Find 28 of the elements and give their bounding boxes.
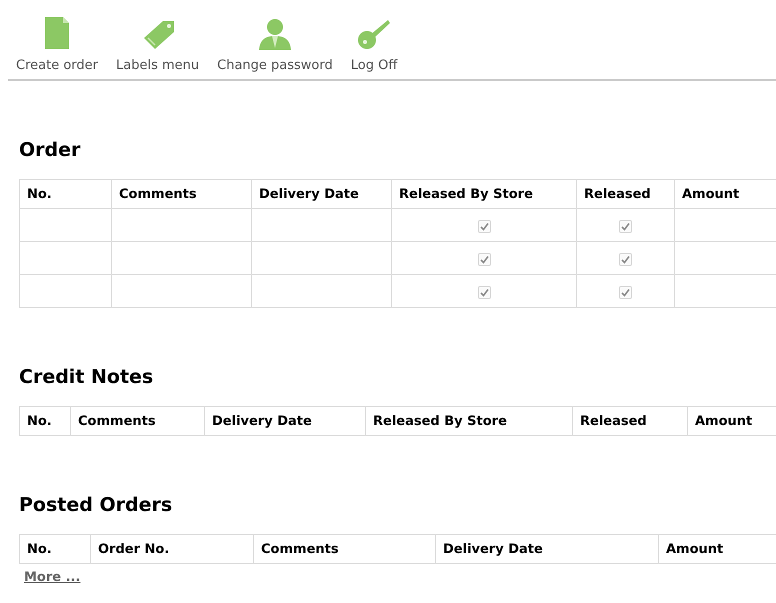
column-header: Amount <box>658 534 776 564</box>
toolbar-label[interactable]: Change password <box>217 58 333 73</box>
column-header: Comments <box>70 406 204 436</box>
section-heading: Credit Notes <box>19 366 154 388</box>
column-header: No. <box>20 406 70 436</box>
column-header: Released <box>576 180 674 208</box>
column-header: Delivery Date <box>252 180 392 208</box>
column-header: No. <box>20 534 90 564</box>
column-header: Released By Store <box>392 180 576 208</box>
column-header: Order No. <box>90 534 254 564</box>
column-header: Comments <box>112 180 252 208</box>
document-icon <box>44 16 70 50</box>
column-header: Comments <box>254 534 436 564</box>
toolbar-label[interactable]: Labels menu <box>116 58 200 73</box>
column-header: Released <box>572 406 688 436</box>
column-header: Amount <box>688 406 776 436</box>
toolbar-label[interactable]: Log Off <box>350 58 398 73</box>
column-header: Delivery Date <box>436 534 658 564</box>
key-icon <box>357 18 392 50</box>
column-header: Amount <box>674 180 776 208</box>
section-heading: Order <box>19 139 82 161</box>
more-link[interactable]: More ... <box>24 570 80 585</box>
toolbar-label[interactable]: Create order <box>16 58 98 73</box>
column-header: No. <box>20 180 112 208</box>
section-heading: Posted Orders <box>19 494 174 516</box>
column-header: Delivery Date <box>204 406 366 436</box>
column-header: Released By Store <box>366 406 572 436</box>
user-icon <box>256 18 293 50</box>
